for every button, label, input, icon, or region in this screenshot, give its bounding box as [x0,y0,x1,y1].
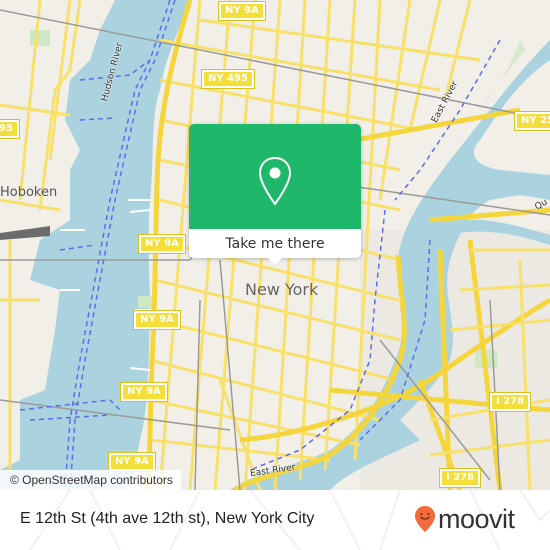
route-shield-495-partial: 495 [0,119,20,139]
route-shield-ny9a: NY 9A [218,1,266,21]
route-shield-ny9a: NY 9A [138,234,186,254]
route-shield-ny9a: NY 9A [108,452,156,472]
popup-pointer [267,257,283,265]
take-me-there-button[interactable]: Take me there [189,229,361,258]
moovit-smiley-pin-icon [415,506,435,532]
route-shield-ny9a: NY 9A [133,310,181,330]
route-shield-ny9a: NY 9A [120,382,168,402]
park [138,296,154,308]
map-view[interactable]: New York Hoboken Hudson River East River… [0,0,550,490]
location-address: E 12th St (4th ave 12th st), New York Ci… [20,510,315,527]
park [30,30,50,46]
map-pin-icon [258,156,292,206]
moovit-logo[interactable]: moovit [414,505,515,533]
location-popup[interactable]: Take me there [189,124,361,265]
route-shield-i278: I 278 [438,468,482,488]
popup-header [189,124,361,229]
city-label-new-york: New York [245,280,319,299]
footer: E 12th St (4th ave 12th st), New York Ci… [0,490,550,550]
town-label-hoboken: Hoboken [0,185,58,200]
moovit-wordmark: moovit [438,504,515,534]
route-shield-ny495: NY 495 [201,69,255,89]
map-attribution[interactable]: © OpenStreetMap contributors [0,470,181,490]
route-shield-i278: I 278 [488,392,532,412]
route-shield-ny25: NY 25 [513,111,550,131]
